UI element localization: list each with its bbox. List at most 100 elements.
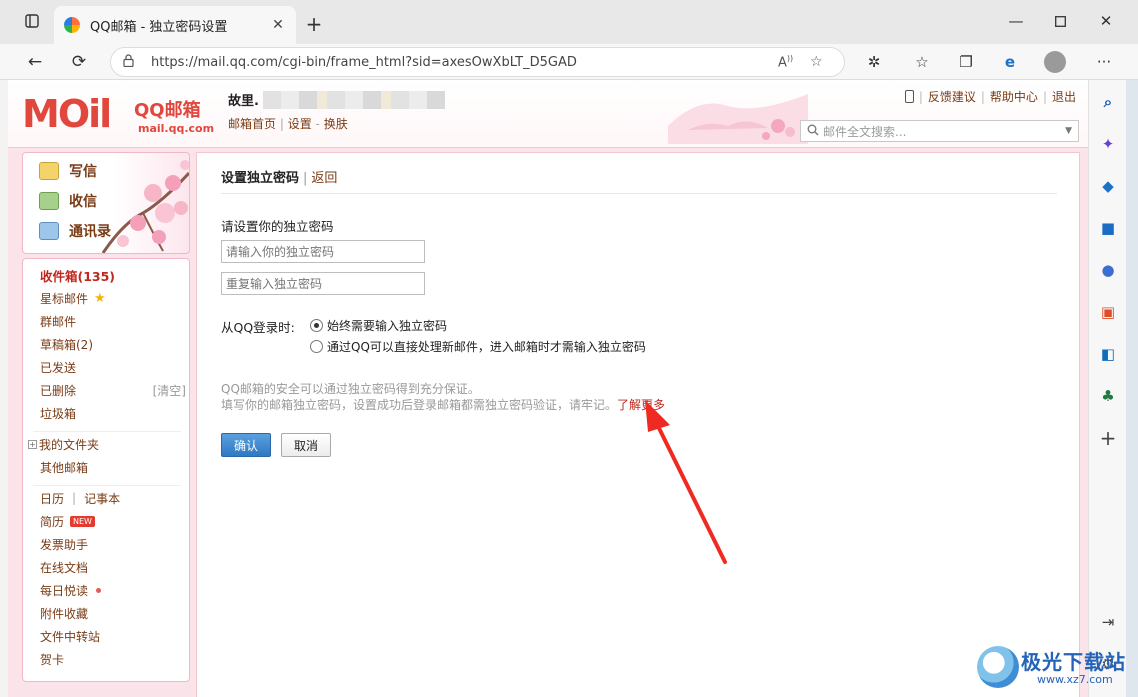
- tree-icon[interactable]: ♣: [1096, 384, 1120, 408]
- search-placeholder: 邮件全文搜索...: [823, 124, 907, 139]
- copilot-sparkle-icon[interactable]: ✦: [1096, 132, 1120, 156]
- collections-icon[interactable]: ❐: [952, 50, 980, 74]
- shopping-tag-icon[interactable]: ◆: [1096, 174, 1120, 198]
- online-docs-link[interactable]: 在线文档: [40, 557, 186, 577]
- search-icon: [807, 124, 819, 139]
- mail-home-link[interactable]: 邮箱首页: [228, 117, 276, 131]
- radio-always-require[interactable]: 始终需要输入独立密码: [310, 317, 447, 334]
- skin-link[interactable]: 换肤: [324, 117, 348, 131]
- radio-selected-icon: [310, 319, 323, 332]
- top-links: | 反馈建议 | 帮助中心 | 退出: [904, 88, 1076, 105]
- radio-qq-direct[interactable]: 通过QQ可以直接处理新邮件，进入邮箱时才需输入独立密码: [310, 338, 646, 355]
- user-name: 故里.: [228, 94, 259, 109]
- add-sidebar-icon[interactable]: +: [1096, 426, 1120, 450]
- left-sidebar: 写信 收信 通讯录 收件箱(135) 星标邮件 ★ 群邮件 草稿箱(2) 已发送 …: [22, 152, 190, 682]
- browser-toolbar: ← ⟳ https://mail.qq.com/cgi-bin/frame_ht…: [0, 44, 1138, 80]
- edge-e-icon[interactable]: e: [996, 50, 1024, 74]
- feedback-link[interactable]: 反馈建议: [928, 88, 976, 105]
- user-info: 故里. 邮箱首页 | 设置 - 换肤: [228, 90, 445, 132]
- calendar-link[interactable]: 日历: [40, 490, 64, 507]
- folder-other-mail[interactable]: 其他邮箱: [40, 457, 186, 477]
- expand-plus-icon[interactable]: +: [28, 439, 37, 449]
- back-link[interactable]: 返回: [311, 171, 337, 186]
- profile-avatar[interactable]: [1044, 51, 1066, 73]
- compose-button[interactable]: 写信: [39, 159, 97, 183]
- browser-tab-active[interactable]: QQ邮箱 - 独立密码设置 ✕: [54, 6, 296, 44]
- cancel-button[interactable]: 取消: [281, 433, 331, 457]
- url-text: https://mail.qq.com/cgi-bin/frame_html?s…: [151, 54, 577, 70]
- folder-drafts[interactable]: 草稿箱(2): [40, 334, 186, 354]
- people-icon[interactable]: ●: [1096, 258, 1120, 282]
- maximize-icon[interactable]: [1040, 6, 1080, 36]
- chevron-down-icon[interactable]: ▼: [1065, 126, 1072, 136]
- receive-button[interactable]: 收信: [39, 189, 97, 213]
- pencil-icon: [39, 162, 59, 180]
- refresh-icon[interactable]: ⟳: [64, 48, 94, 76]
- close-window-icon[interactable]: ✕: [1086, 6, 1126, 36]
- add-favorite-icon[interactable]: ☆: [810, 54, 832, 70]
- background-window-strip: [1126, 80, 1138, 697]
- header-blossom-decoration: [668, 94, 808, 144]
- mail-search-input[interactable]: 邮件全文搜索... ▼: [800, 120, 1079, 142]
- radio-unselected-icon: [310, 340, 323, 353]
- clear-deleted-link[interactable]: [清空]: [153, 382, 186, 399]
- confirm-button[interactable]: 确认: [221, 433, 271, 457]
- browser-tabbar: QQ邮箱 - 独立密码设置 ✕ + — ✕: [0, 0, 1138, 44]
- tab-actions-icon[interactable]: [12, 6, 52, 36]
- file-transfer-link[interactable]: 文件中转站: [40, 626, 186, 646]
- favorites-icon[interactable]: ☆: [908, 50, 936, 74]
- edge-sidebar: ⌕ ✦ ◆ ■ ● ▣ ◧ ♣ + ⇥ ⚙: [1088, 80, 1126, 697]
- login-option-label: 从QQ登录时:: [221, 320, 295, 335]
- notebook-link[interactable]: 记事本: [84, 490, 120, 507]
- folder-deleted[interactable]: 已删除 [清空]: [40, 380, 186, 400]
- search-sidebar-icon[interactable]: ⌕: [1096, 90, 1120, 114]
- watermark-title: 极光下载站: [1021, 650, 1126, 674]
- tools-briefcase-icon[interactable]: ■: [1096, 216, 1120, 240]
- office-icon[interactable]: ▣: [1096, 300, 1120, 324]
- contacts-button[interactable]: 通讯录: [39, 219, 111, 243]
- learn-more-link[interactable]: 了解更多: [617, 398, 665, 412]
- resume-link[interactable]: 简历 NEW: [40, 511, 186, 531]
- help-center-link[interactable]: 帮助中心: [990, 88, 1038, 105]
- inbox-tray-icon: [39, 192, 59, 210]
- back-icon[interactable]: ←: [20, 48, 50, 76]
- settings-content: 设置独立密码|返回 请设置你的独立密码 从QQ登录时: 始终需要输入独立密码 通…: [196, 152, 1080, 697]
- folder-inbox[interactable]: 收件箱(135): [40, 265, 186, 285]
- greeting-cards-link[interactable]: 贺卡: [40, 649, 186, 669]
- read-aloud-icon[interactable]: A)): [778, 54, 800, 70]
- folder-my-folders[interactable]: + 我的文件夹: [28, 434, 186, 454]
- redacted-email-mosaic: [262, 90, 445, 109]
- minimize-icon[interactable]: —: [996, 6, 1036, 36]
- divider: [221, 193, 1057, 194]
- daily-reading-link[interactable]: 每日悦读: [40, 580, 186, 600]
- mail-page: MOil QQ邮箱 mail.qq.com 故里. 邮箱首页 | 设置 - 换肤: [8, 80, 1088, 697]
- security-note-2: 填写你的邮箱独立密码，设置成功后登录邮箱都需独立密码验证，请牢记。了解更多: [221, 398, 666, 412]
- password-confirm-input[interactable]: [221, 272, 425, 295]
- new-tab-icon[interactable]: +: [300, 10, 328, 38]
- new-badge: NEW: [70, 515, 95, 527]
- outlook-icon[interactable]: ◧: [1096, 342, 1120, 366]
- attachment-favorites-link[interactable]: 附件收藏: [40, 603, 186, 623]
- folder-sent[interactable]: 已发送: [40, 357, 186, 377]
- hide-sidebar-icon[interactable]: ⇥: [1096, 610, 1120, 634]
- address-bar[interactable]: https://mail.qq.com/cgi-bin/frame_html?s…: [110, 47, 845, 77]
- page-title: 设置独立密码: [221, 171, 300, 186]
- divider: [33, 431, 181, 432]
- invoice-assistant-link[interactable]: 发票助手: [40, 534, 186, 554]
- password-input[interactable]: [221, 240, 425, 263]
- folder-group[interactable]: 群邮件: [40, 311, 186, 331]
- site-watermark: 极光下载站 www.xz7.com: [975, 642, 1135, 692]
- folder-trash[interactable]: 垃圾箱: [40, 403, 186, 423]
- tab-title: QQ邮箱 - 独立密码设置: [90, 19, 228, 35]
- extensions-icon[interactable]: ✲: [860, 50, 888, 74]
- divider: [33, 485, 181, 486]
- folder-starred[interactable]: 星标邮件 ★: [40, 288, 186, 308]
- more-menu-icon[interactable]: ···: [1090, 50, 1118, 74]
- logout-link[interactable]: 退出: [1052, 88, 1076, 105]
- mail-header: MOil QQ邮箱 mail.qq.com 故里. 邮箱首页 | 设置 - 换肤: [8, 80, 1088, 148]
- qq-mail-logo[interactable]: MOil QQ邮箱 mail.qq.com: [22, 90, 214, 140]
- contact-card-icon: [39, 222, 59, 240]
- settings-link[interactable]: 设置: [288, 117, 312, 131]
- tab-close-icon[interactable]: ✕: [270, 17, 286, 33]
- mobile-icon[interactable]: [904, 90, 914, 103]
